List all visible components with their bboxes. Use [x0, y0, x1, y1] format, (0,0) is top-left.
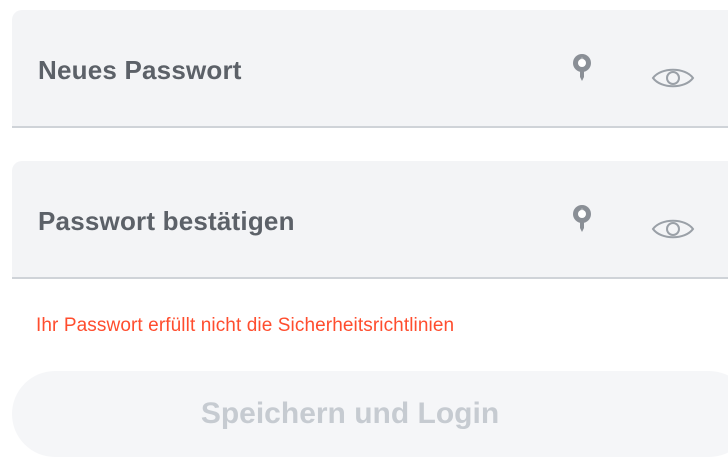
confirm-password-field[interactable]: Passwort bestätigen — [12, 161, 728, 279]
password-manager-key-icon[interactable] — [562, 48, 602, 88]
show-password-eye-icon[interactable] — [646, 209, 700, 249]
password-manager-key-icon[interactable] — [562, 199, 602, 239]
show-password-eye-icon[interactable] — [646, 58, 700, 98]
password-policy-error: Ihr Passwort erfüllt nicht die Sicherhei… — [36, 315, 455, 336]
new-password-label: Neues Passwort — [38, 55, 242, 85]
save-and-login-label: Speichern und Login — [200, 397, 500, 430]
new-password-field[interactable]: Neues Passwort — [12, 10, 728, 128]
confirm-password-label: Passwort bestätigen — [38, 206, 295, 236]
save-and-login-button[interactable]: Speichern und Login — [12, 371, 728, 457]
